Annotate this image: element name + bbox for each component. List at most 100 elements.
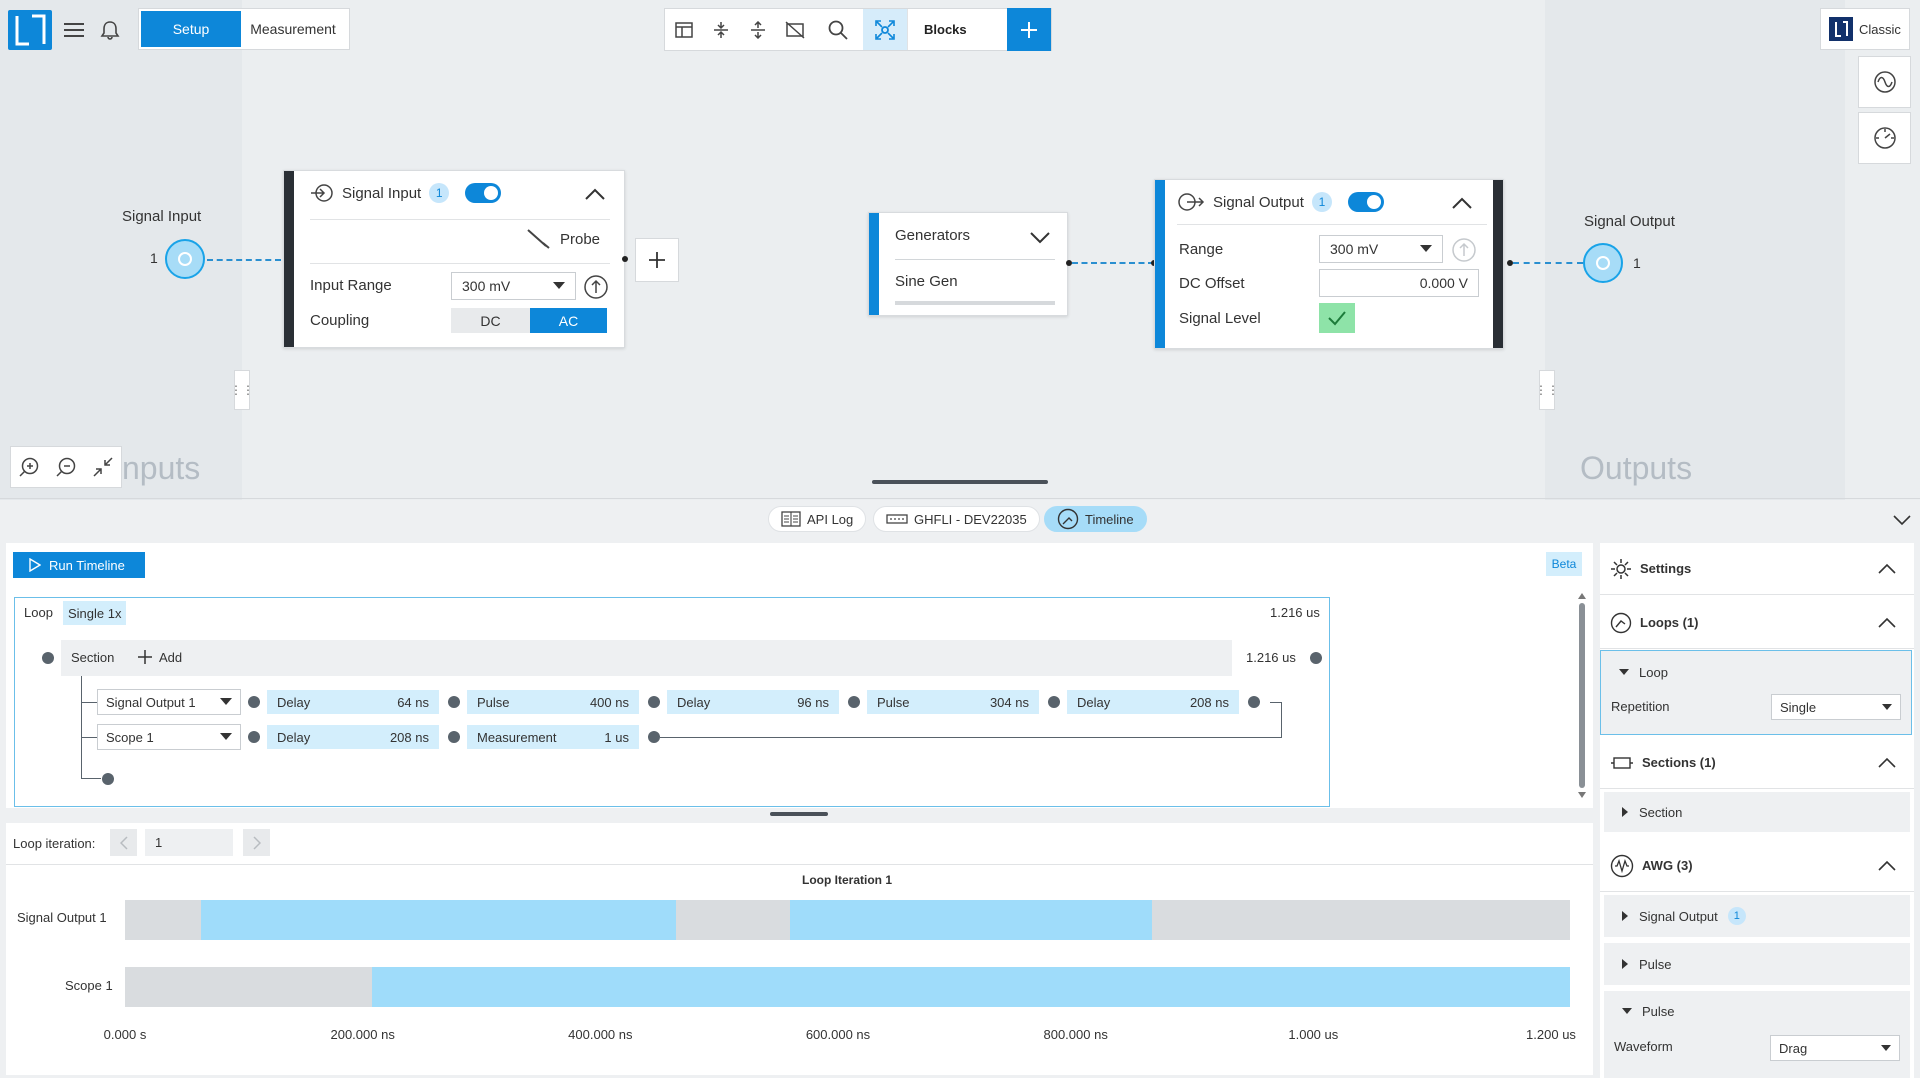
chevron-left-icon xyxy=(119,835,128,850)
outputs-resize-handle[interactable]: ⋮⋮ xyxy=(1535,370,1559,410)
coupling-toggle: DC AC xyxy=(451,308,607,333)
awg-pulse-item-1[interactable]: Pulse xyxy=(1604,943,1910,985)
chevron-up-icon[interactable] xyxy=(1451,196,1473,210)
row1-segment-4[interactable]: Pulse 304 ns xyxy=(867,690,1039,714)
add-block-button[interactable] xyxy=(1007,8,1051,51)
classic-button[interactable]: Classic xyxy=(1820,8,1910,50)
input-connection xyxy=(207,259,281,261)
prev-iteration-button[interactable] xyxy=(110,829,137,856)
signal-input-port[interactable] xyxy=(165,239,205,279)
loop-expander[interactable]: Loop xyxy=(1619,665,1668,680)
iteration-input[interactable]: 1 xyxy=(145,829,233,856)
caret-right-icon xyxy=(1622,911,1628,921)
coupling-dc-button[interactable]: DC xyxy=(451,308,530,333)
app-logo[interactable] xyxy=(8,10,52,50)
row1-segment-1[interactable]: Delay 64 ns xyxy=(267,690,439,714)
sine-wave-icon[interactable] xyxy=(1858,56,1911,108)
dc-offset-input[interactable]: 0.000 V xyxy=(1319,269,1479,297)
caret-right-icon xyxy=(1622,807,1628,817)
fit-view-icon[interactable] xyxy=(92,456,114,478)
tab-api-log[interactable]: API Log xyxy=(768,506,867,532)
tab-measurement[interactable]: Measurement xyxy=(241,11,345,47)
gauge-icon[interactable] xyxy=(1858,112,1911,164)
range-label: Range xyxy=(1179,241,1224,258)
hide-icon[interactable] xyxy=(776,9,813,50)
row2-segment-1[interactable]: Delay 208 ns xyxy=(267,725,439,749)
awg-header[interactable]: AWG (3) xyxy=(1600,840,1914,892)
loop-duration: 1.216 us xyxy=(1270,605,1320,620)
probe-icon xyxy=(527,229,550,249)
waveform-icon xyxy=(1610,854,1634,877)
canvas-splitter[interactable] xyxy=(872,480,1048,484)
row1-segment-3[interactable]: Delay 96 ns xyxy=(667,690,839,714)
menu-icon[interactable] xyxy=(58,14,90,46)
awg-signal-output-item[interactable]: Signal Output 1 xyxy=(1604,895,1910,937)
loops-header[interactable]: Loops (1) xyxy=(1600,597,1914,649)
tab-setup[interactable]: Setup xyxy=(141,11,241,47)
signal-output-port[interactable] xyxy=(1583,243,1623,283)
loop-settings: Loop Repetition Single xyxy=(1600,650,1912,735)
probe-button[interactable]: Probe xyxy=(526,228,600,250)
row1-channel-select[interactable]: Signal Output 1 xyxy=(97,689,241,715)
pulse-expander[interactable]: Pulse xyxy=(1622,1004,1675,1019)
coupling-ac-button[interactable]: AC xyxy=(530,308,607,333)
tab-device[interactable]: GHFLI - DEV22035 xyxy=(873,506,1040,532)
editor-scrollbar[interactable] xyxy=(1578,593,1586,803)
expand-icon[interactable] xyxy=(739,9,776,50)
tab-timeline[interactable]: Timeline xyxy=(1044,506,1147,532)
collapse-icon[interactable] xyxy=(702,9,739,50)
sine-gen-item[interactable]: Sine Gen xyxy=(895,273,958,290)
editor-splitter[interactable] xyxy=(770,812,828,816)
add-connection-button[interactable] xyxy=(635,238,679,282)
row1-segment-2[interactable]: Pulse 400 ns xyxy=(467,690,639,714)
tab-timeline-label: Timeline xyxy=(1085,511,1134,527)
bell-icon[interactable] xyxy=(94,14,126,46)
row2-segment-2[interactable]: Measurement 1 us xyxy=(467,725,639,749)
chevron-down-icon[interactable] xyxy=(1029,231,1051,245)
caret-right-icon xyxy=(1622,959,1628,969)
blocks-button[interactable]: Blocks xyxy=(907,9,983,50)
dc-offset-value: 0.000 V xyxy=(1419,275,1468,291)
loop-label: Loop xyxy=(24,605,53,620)
range-value: 300 mV xyxy=(1330,241,1379,257)
signal-output-port-label: Signal Output xyxy=(1584,213,1675,230)
zoom-out-icon[interactable] xyxy=(55,456,77,478)
output-connector-dot[interactable] xyxy=(622,256,628,262)
zoom-in-icon[interactable] xyxy=(18,456,40,478)
chevron-up-icon[interactable] xyxy=(584,187,606,201)
x-tick-label: 1.200 us xyxy=(1526,1027,1576,1042)
layout-icon[interactable] xyxy=(665,9,702,50)
search-icon[interactable] xyxy=(813,9,863,50)
add-row-dot[interactable] xyxy=(102,773,114,785)
loop-mode-badge[interactable]: Single 1x xyxy=(63,601,127,625)
next-iteration-button[interactable] xyxy=(243,829,270,856)
section-bar[interactable] xyxy=(61,640,1232,676)
canvas-toolbar: Blocks xyxy=(664,8,1052,51)
x-tick-label: 200.000 ns xyxy=(330,1027,395,1042)
sections-header[interactable]: Sections (1) xyxy=(1600,737,1914,789)
repetition-select[interactable]: Single xyxy=(1771,694,1901,720)
bar-signal-output-1-delay-1 xyxy=(125,900,202,940)
signal-output-toggle[interactable] xyxy=(1347,192,1384,212)
inputs-resize-handle[interactable]: ⋮⋮ xyxy=(230,370,254,410)
row2-channel-select[interactable]: Scope 1 xyxy=(97,724,241,750)
run-timeline-button[interactable]: Run Timeline xyxy=(13,552,145,578)
settings-header[interactable]: Settings xyxy=(1600,543,1914,595)
plus-icon xyxy=(138,650,152,664)
add-label: Add xyxy=(159,649,183,665)
collapse-panel-icon[interactable] xyxy=(1893,514,1911,526)
row1-segment-5[interactable]: Delay 208 ns xyxy=(1067,690,1239,714)
connect-icon[interactable] xyxy=(863,9,907,50)
waveform-select[interactable]: Drag xyxy=(1770,1035,1900,1061)
section-item[interactable]: Section xyxy=(1604,792,1910,832)
autorange-icon[interactable] xyxy=(583,274,609,300)
tab-device-label: GHFLI - DEV22035 xyxy=(914,511,1027,527)
range-select[interactable]: 300 mV xyxy=(1319,235,1443,263)
timeline-icon xyxy=(1057,508,1079,530)
caret-down-icon xyxy=(1420,245,1432,252)
input-range-select[interactable]: 300 mV xyxy=(451,272,576,300)
add-segment-button[interactable]: Add xyxy=(137,649,182,665)
signal-input-toggle[interactable] xyxy=(465,183,502,203)
x-tick-label: 600.000 ns xyxy=(805,1027,871,1042)
signal-output-title: Signal Output xyxy=(1213,193,1304,211)
